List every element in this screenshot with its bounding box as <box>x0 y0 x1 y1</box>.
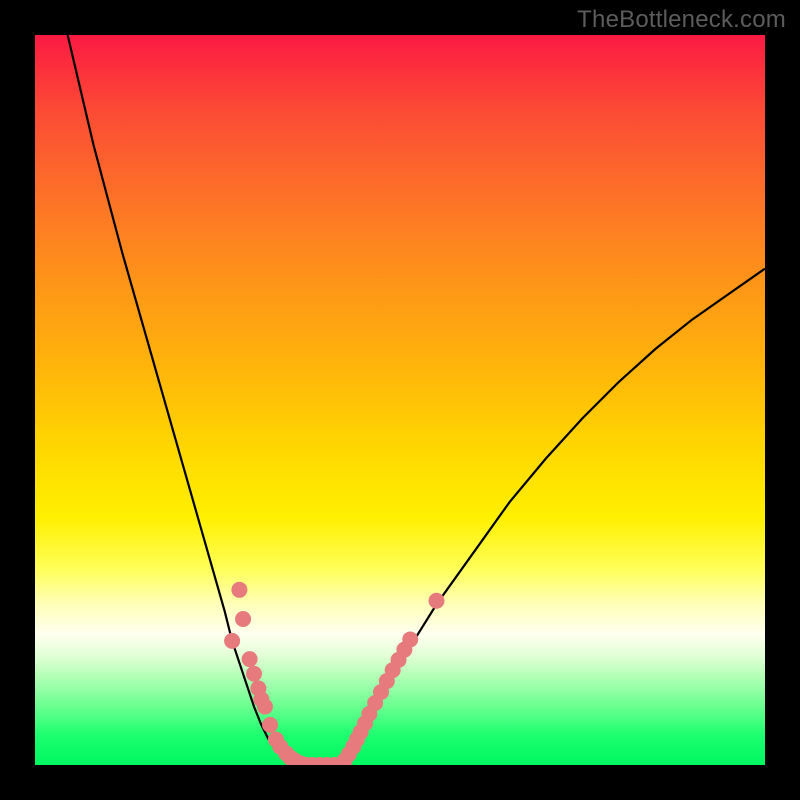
marker-group <box>224 582 444 765</box>
bottleneck-curve <box>64 35 765 765</box>
data-marker <box>429 593 445 609</box>
data-marker <box>235 611 251 627</box>
data-marker <box>231 582 247 598</box>
data-marker <box>262 717 278 733</box>
attribution-text: TheBottleneck.com <box>577 6 786 34</box>
plot-area <box>35 35 765 765</box>
data-marker <box>246 666 262 682</box>
data-marker <box>257 699 273 715</box>
data-marker <box>242 651 258 667</box>
data-marker <box>224 633 240 649</box>
data-marker <box>402 631 418 647</box>
chart-svg <box>35 35 765 765</box>
curve-group <box>64 35 765 765</box>
chart-frame: TheBottleneck.com <box>0 0 800 800</box>
